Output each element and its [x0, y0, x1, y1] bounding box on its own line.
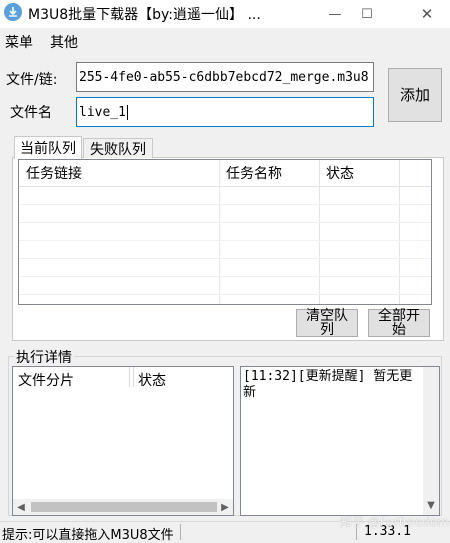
maximize-button[interactable]: ☐: [344, 0, 390, 28]
row-line: [19, 258, 431, 259]
vertical-scrollbar[interactable]: ▼: [423, 367, 439, 515]
arrow-right-icon[interactable]: ▶: [217, 499, 233, 515]
column-divider: [129, 367, 130, 387]
tab-failed-queue[interactable]: 失败队列: [83, 138, 153, 158]
arrow-left-icon[interactable]: ◀: [13, 499, 29, 515]
start-all-button[interactable]: 全部开 始: [368, 309, 430, 337]
column-divider: [399, 160, 400, 304]
watermark: 知乎 @Forfreedom: [340, 515, 449, 529]
file-name-value: live_1: [79, 104, 126, 120]
row-line: [19, 240, 431, 241]
text-caret: [126, 104, 128, 120]
close-button[interactable]: ✕: [404, 0, 450, 28]
file-name-label: 文件名: [10, 105, 52, 121]
details-group-title: 执行详情: [14, 347, 74, 367]
scrollbar-thumb[interactable]: [31, 502, 217, 512]
add-button[interactable]: 添加: [388, 68, 442, 122]
tab-current-queue[interactable]: 当前队列: [14, 136, 82, 159]
column-header-task-link[interactable]: 任务链接: [26, 163, 82, 183]
column-header-file-shard[interactable]: 文件分片: [18, 370, 74, 390]
log-output[interactable]: [11:32][更新提醒] 暂无更新 ▼: [240, 366, 440, 516]
file-link-input[interactable]: 255-4fe0-ab55-c6dbb7ebcd72_merge.m3u8: [76, 62, 374, 92]
status-divider: [180, 524, 181, 540]
file-link-label: 文件/链:: [6, 72, 58, 88]
arrow-down-icon[interactable]: ▼: [423, 497, 439, 513]
row-line: [19, 276, 431, 277]
menu-item-other[interactable]: 其他: [50, 32, 78, 52]
row-line: [19, 294, 431, 295]
column-header-task-name[interactable]: 任务名称: [226, 163, 282, 183]
row-line: [19, 222, 431, 223]
horizontal-scrollbar[interactable]: ◀ ▶: [13, 499, 233, 515]
column-divider: [319, 160, 320, 304]
column-header-status[interactable]: 状态: [326, 163, 354, 183]
file-link-value: 255-4fe0-ab55-c6dbb7ebcd72_merge.m3u8: [79, 69, 369, 85]
clear-queue-button[interactable]: 清空队 列: [296, 309, 358, 337]
column-header-shard-status[interactable]: 状态: [138, 370, 166, 390]
download-icon: [4, 3, 22, 21]
menu-item-menu[interactable]: 菜单: [5, 32, 33, 52]
column-divider: [219, 160, 220, 304]
window-title: M3U8批量下载器【by:逍遥一仙】 ...: [28, 7, 261, 23]
status-hint: 提示:可以直接拖入M3U8文件: [2, 528, 174, 543]
log-text: [11:32][更新提醒] 暂无更新: [243, 369, 413, 400]
file-name-input[interactable]: live_1: [76, 97, 374, 127]
header-divider: [19, 186, 431, 187]
row-line: [19, 204, 431, 205]
column-divider: [133, 367, 134, 387]
